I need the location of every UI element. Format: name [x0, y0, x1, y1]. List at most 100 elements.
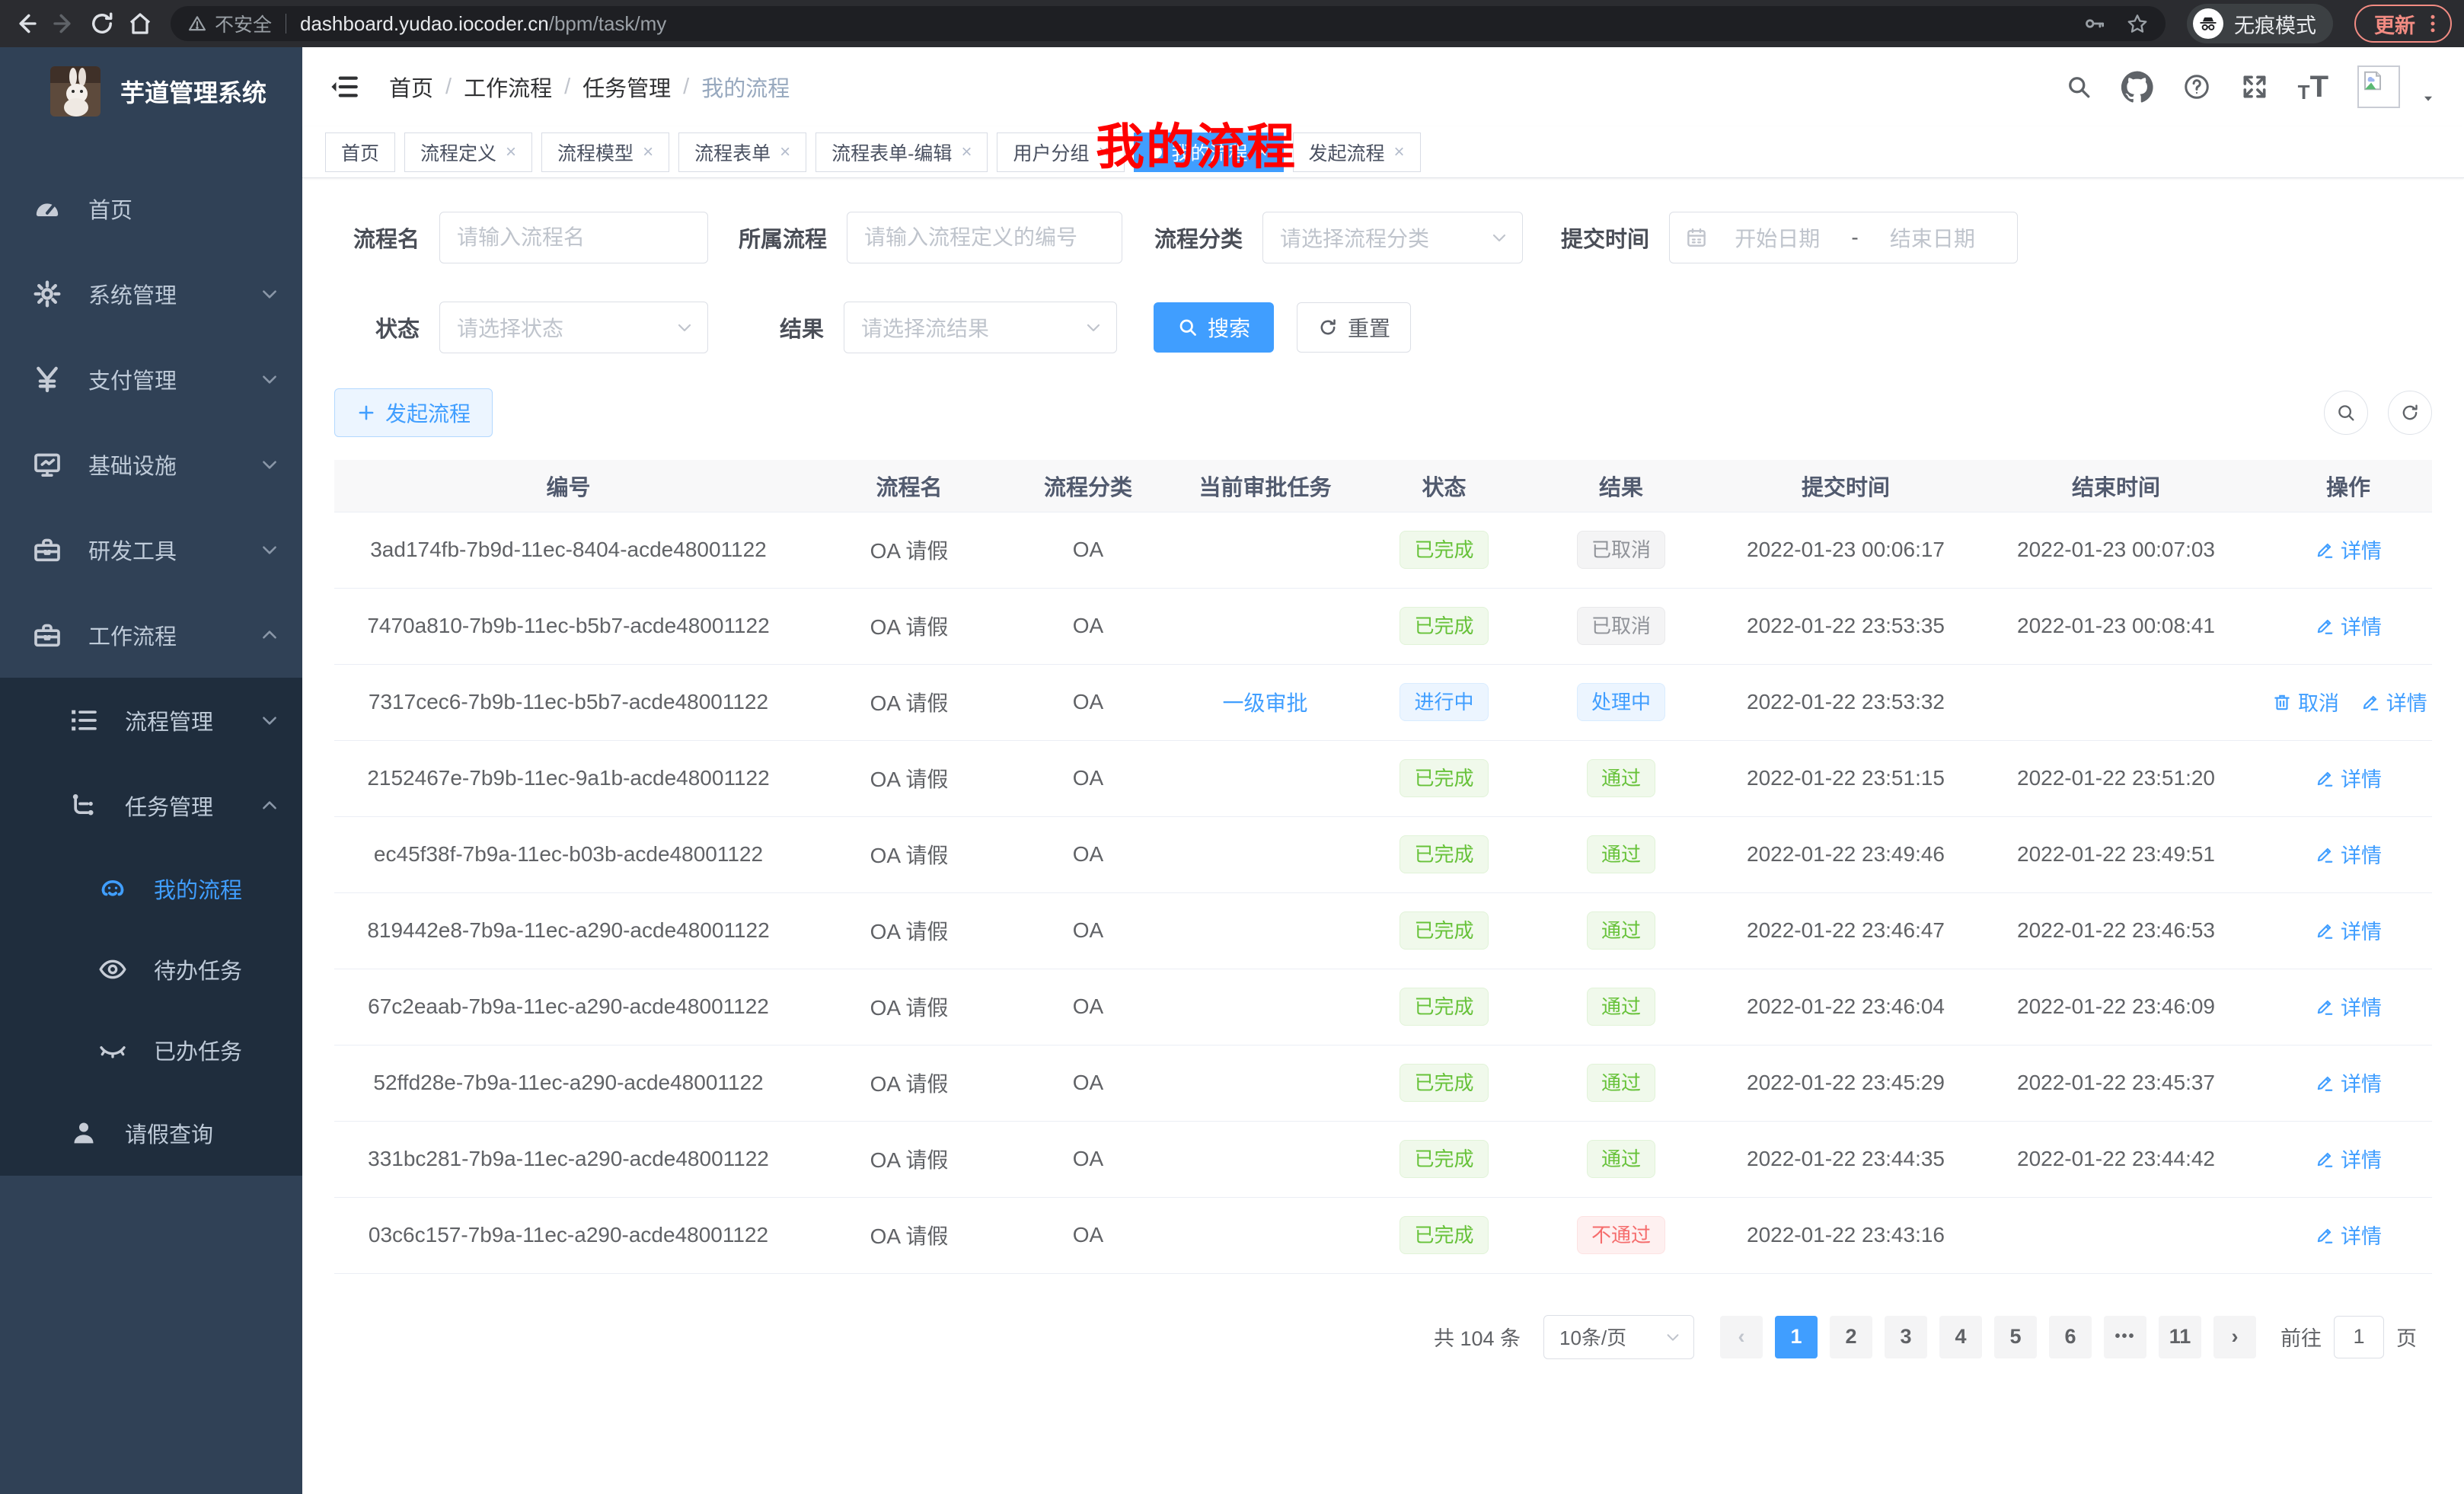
reset-button[interactable]: 重置	[1297, 302, 1411, 353]
category-select[interactable]: 请选择流程分类	[1262, 212, 1523, 263]
breadcrumb-home[interactable]: 首页	[389, 71, 433, 103]
prev-page-button[interactable]: ‹	[1720, 1316, 1763, 1358]
close-icon[interactable]: ×	[506, 143, 516, 161]
page-size-select[interactable]: 10条/页	[1543, 1315, 1694, 1359]
page-button[interactable]: 5	[1994, 1316, 2037, 1358]
sidebar-item-process-mgmt[interactable]: 流程管理	[0, 678, 302, 763]
sidebar-item-todo-tasks[interactable]: 待办任务	[0, 929, 302, 1010]
cell-id: 2152467e-7b9b-11ec-9a1b-acde48001122	[334, 740, 803, 816]
page-button[interactable]: 2	[1830, 1316, 1872, 1358]
table-refresh-button[interactable]	[2388, 391, 2432, 435]
help-icon[interactable]	[2182, 72, 2211, 101]
submit-time-range-picker[interactable]: 开始日期 - 结束日期	[1669, 212, 2018, 263]
sidebar-item-payment[interactable]: 支付管理	[0, 337, 302, 422]
process-definition-input[interactable]	[847, 212, 1122, 263]
tab-home[interactable]: 首页	[325, 132, 395, 172]
cell-id: 3ad174fb-7b9d-11ec-8404-acde48001122	[334, 512, 803, 588]
col-actions: 操作	[2265, 460, 2432, 512]
font-size-icon[interactable]: TT	[2298, 72, 2328, 102]
logo-row: 芋道管理系统	[0, 47, 302, 136]
close-icon[interactable]: ×	[643, 143, 653, 161]
sidebar-fold-icon[interactable]	[328, 71, 360, 103]
more-pages-button[interactable]: •••	[2104, 1316, 2146, 1358]
tab-start-process[interactable]: 发起流程×	[1293, 132, 1421, 172]
table-row: 819442e8-7b9a-11ec-a290-acde48001122 OA …	[334, 892, 2432, 969]
breadcrumb-workflow[interactable]: 工作流程	[464, 71, 552, 103]
cancel-link[interactable]: 取消	[2272, 687, 2339, 717]
table-row: 331bc281-7b9a-11ec-a290-acde48001122 OA …	[334, 1121, 2432, 1197]
back-icon[interactable]	[12, 10, 40, 37]
cell-actions: 详情	[2265, 892, 2432, 969]
cell-category: OA	[1016, 816, 1160, 892]
goto-page-input[interactable]	[2334, 1316, 2384, 1358]
home-icon[interactable]	[126, 10, 154, 37]
close-icon[interactable]: ×	[1394, 143, 1405, 161]
sidebar-item-infra[interactable]: 基础设施	[0, 422, 302, 507]
detail-link[interactable]: 详情	[2315, 915, 2382, 945]
chevron-down-icon	[1084, 318, 1103, 337]
page-button[interactable]: 3	[1885, 1316, 1927, 1358]
breadcrumb-task-mgmt[interactable]: 任务管理	[582, 71, 671, 103]
forward-icon[interactable]	[50, 10, 78, 37]
fullscreen-icon[interactable]	[2240, 72, 2269, 101]
search-button[interactable]: 搜索	[1154, 302, 1274, 353]
sidebar-menu: 首页 系统管理 支付管理 基础设施 研发工具	[0, 166, 302, 1176]
detail-link[interactable]: 详情	[2315, 991, 2382, 1021]
sidebar-item-leave-query[interactable]: 请假查询	[0, 1090, 302, 1176]
cell-submit-time: 2022-01-22 23:44:35	[1724, 1121, 1968, 1197]
sidebar-item-workflow[interactable]: 工作流程	[0, 592, 302, 678]
avatar[interactable]	[2357, 65, 2400, 108]
detail-link[interactable]: 详情	[2315, 839, 2382, 869]
browser-menu-icon[interactable]	[2424, 12, 2441, 35]
status-select[interactable]: 请选择状态	[439, 302, 708, 353]
sidebar-item-my-process[interactable]: 我的流程	[0, 848, 302, 929]
detail-link[interactable]: 详情	[2315, 611, 2382, 640]
cell-actions: 详情	[2265, 1121, 2432, 1197]
update-button[interactable]: 更新	[2354, 5, 2452, 43]
cell-end-time: 2022-01-23 00:07:03	[1968, 512, 2265, 588]
tabs-bar: 首页 流程定义× 流程模型× 流程表单× 流程表单-编辑× 用户分组× 我的流程…	[302, 126, 2464, 178]
page-button[interactable]: 1	[1775, 1316, 1818, 1358]
detail-link[interactable]: 详情	[2360, 687, 2427, 717]
bookmark-star-icon[interactable]	[2126, 12, 2149, 35]
refresh-icon[interactable]	[88, 10, 116, 37]
detail-link[interactable]: 详情	[2315, 1220, 2382, 1250]
table-search-button[interactable]	[2324, 391, 2368, 435]
github-icon[interactable]	[2121, 71, 2153, 103]
sidebar-item-devtools[interactable]: 研发工具	[0, 507, 302, 592]
process-name-input[interactable]	[439, 212, 708, 263]
caret-down-icon[interactable]	[2420, 90, 2437, 107]
sidebar-item-done-tasks[interactable]: 已办任务	[0, 1010, 302, 1090]
next-page-button[interactable]: ›	[2213, 1316, 2256, 1358]
detail-link[interactable]: 详情	[2315, 1144, 2382, 1173]
security-label[interactable]: 不安全	[215, 10, 272, 37]
page-button[interactable]: 11	[2159, 1316, 2201, 1358]
detail-link[interactable]: 详情	[2315, 763, 2382, 793]
status-badge: 已完成	[1400, 988, 1488, 1026]
tab-process-form[interactable]: 流程表单×	[678, 132, 806, 172]
edit-pencil-icon	[2315, 997, 2335, 1017]
sidebar-item-system[interactable]: 系统管理	[0, 251, 302, 337]
detail-link[interactable]: 详情	[2315, 1068, 2382, 1097]
sidebar-item-home[interactable]: 首页	[0, 166, 302, 251]
red-annotation-text: 我的流程	[1096, 108, 1297, 178]
result-select[interactable]: 请选择流结果	[844, 302, 1117, 353]
tab-process-definition[interactable]: 流程定义×	[404, 132, 532, 172]
current-task-link[interactable]: 一级审批	[1222, 691, 1307, 715]
password-key-icon[interactable]	[2083, 12, 2106, 35]
detail-link[interactable]: 详情	[2315, 535, 2382, 564]
tab-process-form-edit[interactable]: 流程表单-编辑×	[815, 132, 988, 172]
url-text[interactable]: dashboard.yudao.iocoder.cn/bpm/task/my	[300, 12, 2063, 36]
tab-process-model[interactable]: 流程模型×	[541, 132, 669, 172]
start-process-button[interactable]: 发起流程	[334, 388, 493, 437]
sidebar-item-task-mgmt[interactable]: 任务管理	[0, 763, 302, 848]
search-icon[interactable]	[2065, 73, 2092, 101]
cell-submit-time: 2022-01-22 23:45:29	[1724, 1045, 1968, 1121]
close-icon[interactable]: ×	[780, 143, 790, 161]
cell-current-task	[1160, 740, 1370, 816]
close-icon[interactable]: ×	[961, 143, 972, 161]
page-button[interactable]: 6	[2049, 1316, 2092, 1358]
cell-status: 已完成	[1370, 1121, 1518, 1197]
page-button[interactable]: 4	[1939, 1316, 1982, 1358]
address-bar[interactable]: 不安全 dashboard.yudao.iocoder.cn/bpm/task/…	[171, 6, 2166, 41]
